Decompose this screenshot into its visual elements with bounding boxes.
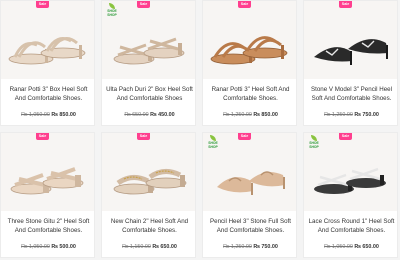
strappy-heel-icon [8,37,86,65]
new-price: ₨ 650.00 [354,244,379,250]
new-price: ₨ 850.00 [253,112,278,118]
old-price: ₨ 1,150.00 [122,244,151,250]
product-price: ₨ 1,250.00 ₨ 750.00 [304,112,397,118]
product-price: ₨ 1,250.00 ₨ 850.00 [203,112,296,118]
product-card[interactable]: Sale New Chain 2" Heel Soft And Comforta… [101,132,196,258]
product-title[interactable]: New Chain 2" Heel Soft And Comfortable S… [105,217,194,235]
chain-heel-icon [113,169,187,195]
product-card[interactable]: SHOE SHOP Sale Lace Cross Round 1" Heel … [303,132,398,258]
sale-badge: Sale [339,133,352,140]
strappy-heel-icon [210,36,288,65]
product-card[interactable]: SHOE SHOP Sale Pencil Heel 3" Stone Full… [202,132,297,258]
product-image[interactable] [304,1,397,79]
brand-logo-text: SHOE SHOP [208,141,218,149]
sale-badge: Sale [137,133,150,140]
product-image[interactable] [203,1,296,79]
pointed-heel-icon [314,39,388,65]
block-heel-icon [10,167,84,195]
old-price: ₨ 1,250.00 [223,112,252,118]
product-title[interactable]: Stone V Model 3" Pencil Heel Soft And Co… [307,85,396,103]
product-image[interactable] [102,133,195,211]
product-title[interactable]: Ranar Potti 3" Box Heel Soft And Comfort… [4,85,93,103]
product-grid: Sale Ranar Potti 3" Box Heel Soft And Co… [0,0,400,260]
product-price: ₨ 1,050.00 ₨ 650.00 [304,244,397,250]
product-price: ₨ 1,050.00 ₨ 500.00 [1,244,94,250]
old-price: ₨ 650.00 [124,112,149,118]
sale-badge: Sale [238,133,251,140]
old-price: ₨ 1,250.00 [324,112,353,118]
product-price: ₨ 1,150.00 ₨ 650.00 [102,244,195,250]
product-image[interactable] [1,133,94,211]
product-title[interactable]: Three Stone Gitu 2" Heel Soft And Comfor… [4,217,93,235]
product-title[interactable]: Ulta Pach Duri 2" Box Heel Soft And Comf… [105,85,194,103]
sale-badge: Sale [137,1,150,8]
new-price: ₨ 450.00 [150,112,175,118]
sale-badge: Sale [36,133,49,140]
new-price: ₨ 750.00 [253,244,278,250]
product-title[interactable]: Ranar Potti 3" Heel Soft And Comfortable… [206,85,295,103]
product-price: ₨ 1,050.00 ₨ 850.00 [1,112,94,118]
brand-logo: SHOE SHOP [206,135,220,149]
product-card[interactable]: Sale Ranar Potti 3" Box Heel Soft And Co… [0,0,95,126]
sale-badge: Sale [339,1,352,8]
product-card[interactable]: SHOE SHOP Sale Ulta Pach Duri 2" Box Hee… [101,0,196,126]
product-card[interactable]: Sale Stone V Model 3" Pencil Heel Soft A… [303,0,398,126]
new-price: ₨ 500.00 [51,244,76,250]
brand-logo: SHOE SHOP [307,135,321,149]
old-price: ₨ 1,250.00 [223,244,252,250]
brand-logo-text: SHOE SHOP [309,141,319,149]
new-price: ₨ 750.00 [354,112,379,118]
new-price: ₨ 850.00 [51,112,76,118]
product-price: ₨ 650.00 ₨ 450.00 [102,112,195,118]
new-price: ₨ 650.00 [152,244,177,250]
sale-badge: Sale [238,1,251,8]
old-price: ₨ 1,050.00 [21,244,50,250]
product-card[interactable]: Sale Ranar Potti 3" Heel Soft And Comfor… [202,0,297,126]
product-card[interactable]: Sale Three Stone Gitu 2" Heel Soft And C… [0,132,95,258]
sale-badge: Sale [36,1,49,8]
product-title[interactable]: Pencil Heel 3" Stone Full Soft And Comfo… [206,217,295,235]
product-title[interactable]: Lace Cross Round 1" Heel Soft And Comfor… [307,217,396,235]
old-price: ₨ 1,050.00 [324,244,353,250]
brand-logo: SHOE SHOP [105,3,119,17]
old-price: ₨ 1,050.00 [21,112,50,118]
product-image[interactable] [1,1,94,79]
brand-logo-text: SHOE SHOP [107,9,117,17]
product-price: ₨ 1,250.00 ₨ 750.00 [203,244,296,250]
